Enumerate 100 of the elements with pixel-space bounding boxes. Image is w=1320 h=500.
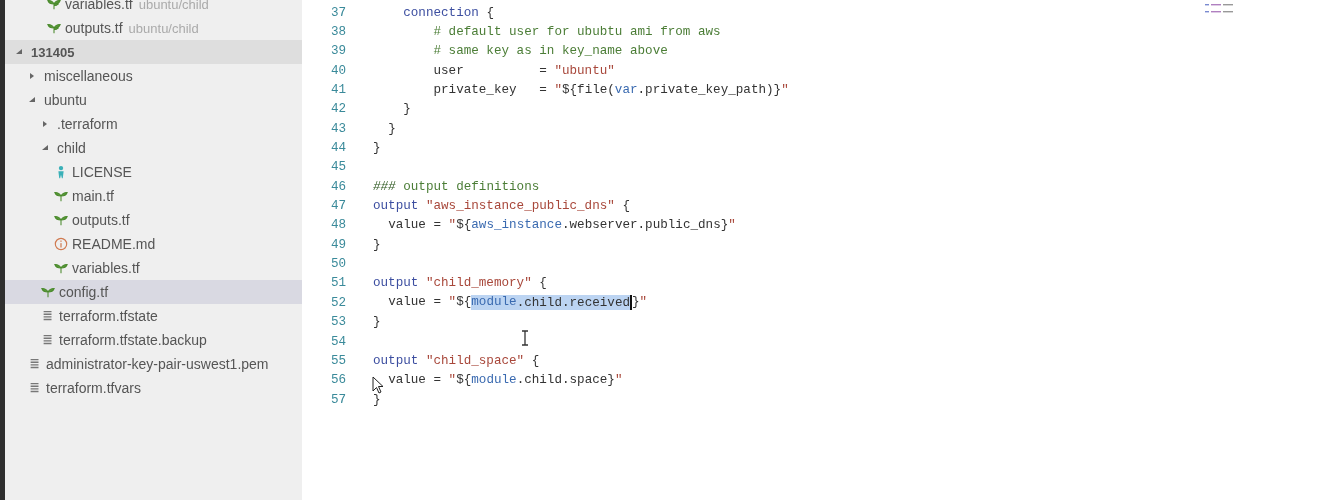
keyword: output: [373, 353, 420, 368]
string-literal: ": [639, 295, 648, 311]
expanded-triangle-icon[interactable]: [41, 144, 49, 152]
tree-item[interactable]: main.tf: [5, 184, 302, 208]
tree-item[interactable]: terraform.tfvars: [5, 376, 302, 400]
text-file-icon: [41, 333, 55, 347]
collapsed-triangle-icon[interactable]: [41, 120, 49, 128]
sprout-icon: [47, 21, 61, 35]
tree-item[interactable]: config.tf: [5, 280, 302, 304]
code-text: }: [632, 295, 640, 311]
code-text: {: [486, 5, 494, 20]
string-literal: "aws_instance_public_dns": [425, 199, 615, 214]
line-number: 47: [329, 199, 346, 214]
sprout-icon: [54, 213, 68, 227]
line-number: 57: [329, 392, 346, 407]
tree-item[interactable]: miscellaneous: [5, 64, 302, 88]
tree-item[interactable]: administrator-key-pair-uswest1.pem: [5, 352, 302, 376]
open-file-name[interactable]: outputs.tf: [65, 20, 123, 36]
line-number: 44: [329, 141, 346, 156]
code-text: .child.received: [516, 295, 632, 311]
line-number: 55: [329, 353, 346, 368]
code-text: }: [388, 121, 396, 136]
code-text: }: [373, 237, 381, 252]
code-text: private_key =: [433, 83, 548, 98]
line-number: 54: [329, 334, 346, 349]
tree-item[interactable]: .terraform: [5, 112, 302, 136]
tree-item[interactable]: ubuntu: [5, 88, 302, 112]
tree-item[interactable]: outputs.tf: [5, 208, 302, 232]
code-text: ${: [456, 218, 472, 233]
tree-item[interactable]: README.md: [5, 232, 302, 256]
line-number: 37: [329, 5, 346, 20]
line-number: 41: [329, 83, 346, 98]
file-path: ubuntu/child: [128, 20, 199, 36]
line-number: 46: [329, 179, 346, 194]
tree-item[interactable]: terraform.tfstate.backup: [5, 328, 302, 352]
string-literal: "ubuntu": [554, 63, 615, 78]
code-text: ${file(: [561, 83, 615, 98]
line-number: 52: [329, 295, 346, 310]
line-number: 49: [329, 237, 346, 252]
variable-name: module: [471, 295, 517, 311]
code-text: user =: [433, 63, 548, 78]
line-number: 53: [329, 315, 346, 330]
variable-name: var: [614, 83, 638, 98]
info-icon: [54, 237, 68, 251]
string-literal: "child_memory": [425, 276, 532, 291]
code-text: }: [373, 315, 381, 330]
code-text: {: [622, 199, 630, 214]
sprout-icon: [54, 261, 68, 275]
keyword: connection: [403, 5, 479, 20]
line-number: 56: [329, 373, 346, 388]
code-comment: ###: [373, 179, 396, 194]
keyword: output: [373, 276, 420, 291]
code-text: {: [539, 276, 547, 291]
code-comment: # default user for ububtu ami from aws: [433, 25, 721, 39]
string-literal: ": [728, 218, 736, 233]
tree-item[interactable]: variables.tf: [5, 256, 302, 280]
line-number: 45: [329, 160, 346, 175]
file-path: ubuntu/child: [138, 0, 209, 12]
mouse-pointer-icon: [372, 376, 384, 394]
line-number: 50: [329, 257, 346, 272]
project-folder-row[interactable]: 131405: [5, 40, 302, 64]
code-text: value =: [388, 295, 443, 311]
variable-name: aws_instance: [471, 218, 562, 233]
text-file-icon: [28, 381, 42, 395]
sprout-icon: [41, 285, 55, 299]
string-literal: ": [448, 295, 457, 311]
line-number: 38: [329, 25, 346, 39]
keyword: output: [373, 199, 420, 214]
code-text: value =: [388, 373, 443, 388]
line-number: 40: [329, 63, 346, 78]
line-number: 39: [329, 44, 346, 59]
text-file-icon: [41, 309, 55, 323]
string-literal: ": [448, 373, 457, 388]
code-text: ${: [456, 373, 472, 388]
code-text: }: [373, 392, 381, 407]
line-number: 42: [329, 102, 346, 117]
code-text: }: [403, 102, 411, 117]
expanded-triangle-icon[interactable]: [28, 96, 36, 104]
line-number: 51: [329, 276, 346, 291]
code-text: ${: [456, 295, 472, 311]
tree-item[interactable]: terraform.tfstate: [5, 304, 302, 328]
code-text: .private_key_path)}: [637, 83, 782, 98]
string-literal: ": [781, 83, 789, 98]
line-number: 48: [329, 218, 346, 233]
code-text: }: [373, 141, 381, 156]
sprout-icon: [54, 189, 68, 203]
tree-item[interactable]: LICENSE: [5, 160, 302, 184]
string-literal: "child_space": [425, 353, 525, 368]
code-text: value =: [388, 218, 443, 233]
line-number: 43: [329, 121, 346, 136]
string-literal: ": [614, 373, 623, 388]
tree-item[interactable]: child: [5, 136, 302, 160]
expanded-triangle-icon[interactable]: [15, 48, 23, 56]
collapsed-triangle-icon[interactable]: [28, 72, 36, 80]
code-comment: # same key as in key_name above: [433, 44, 668, 59]
code-text: .webserver.public_dns}: [562, 218, 729, 233]
sprout-icon: [47, 0, 61, 11]
text-file-icon: [28, 357, 42, 371]
variable-name: module: [471, 373, 517, 388]
string-literal: ": [448, 218, 457, 233]
